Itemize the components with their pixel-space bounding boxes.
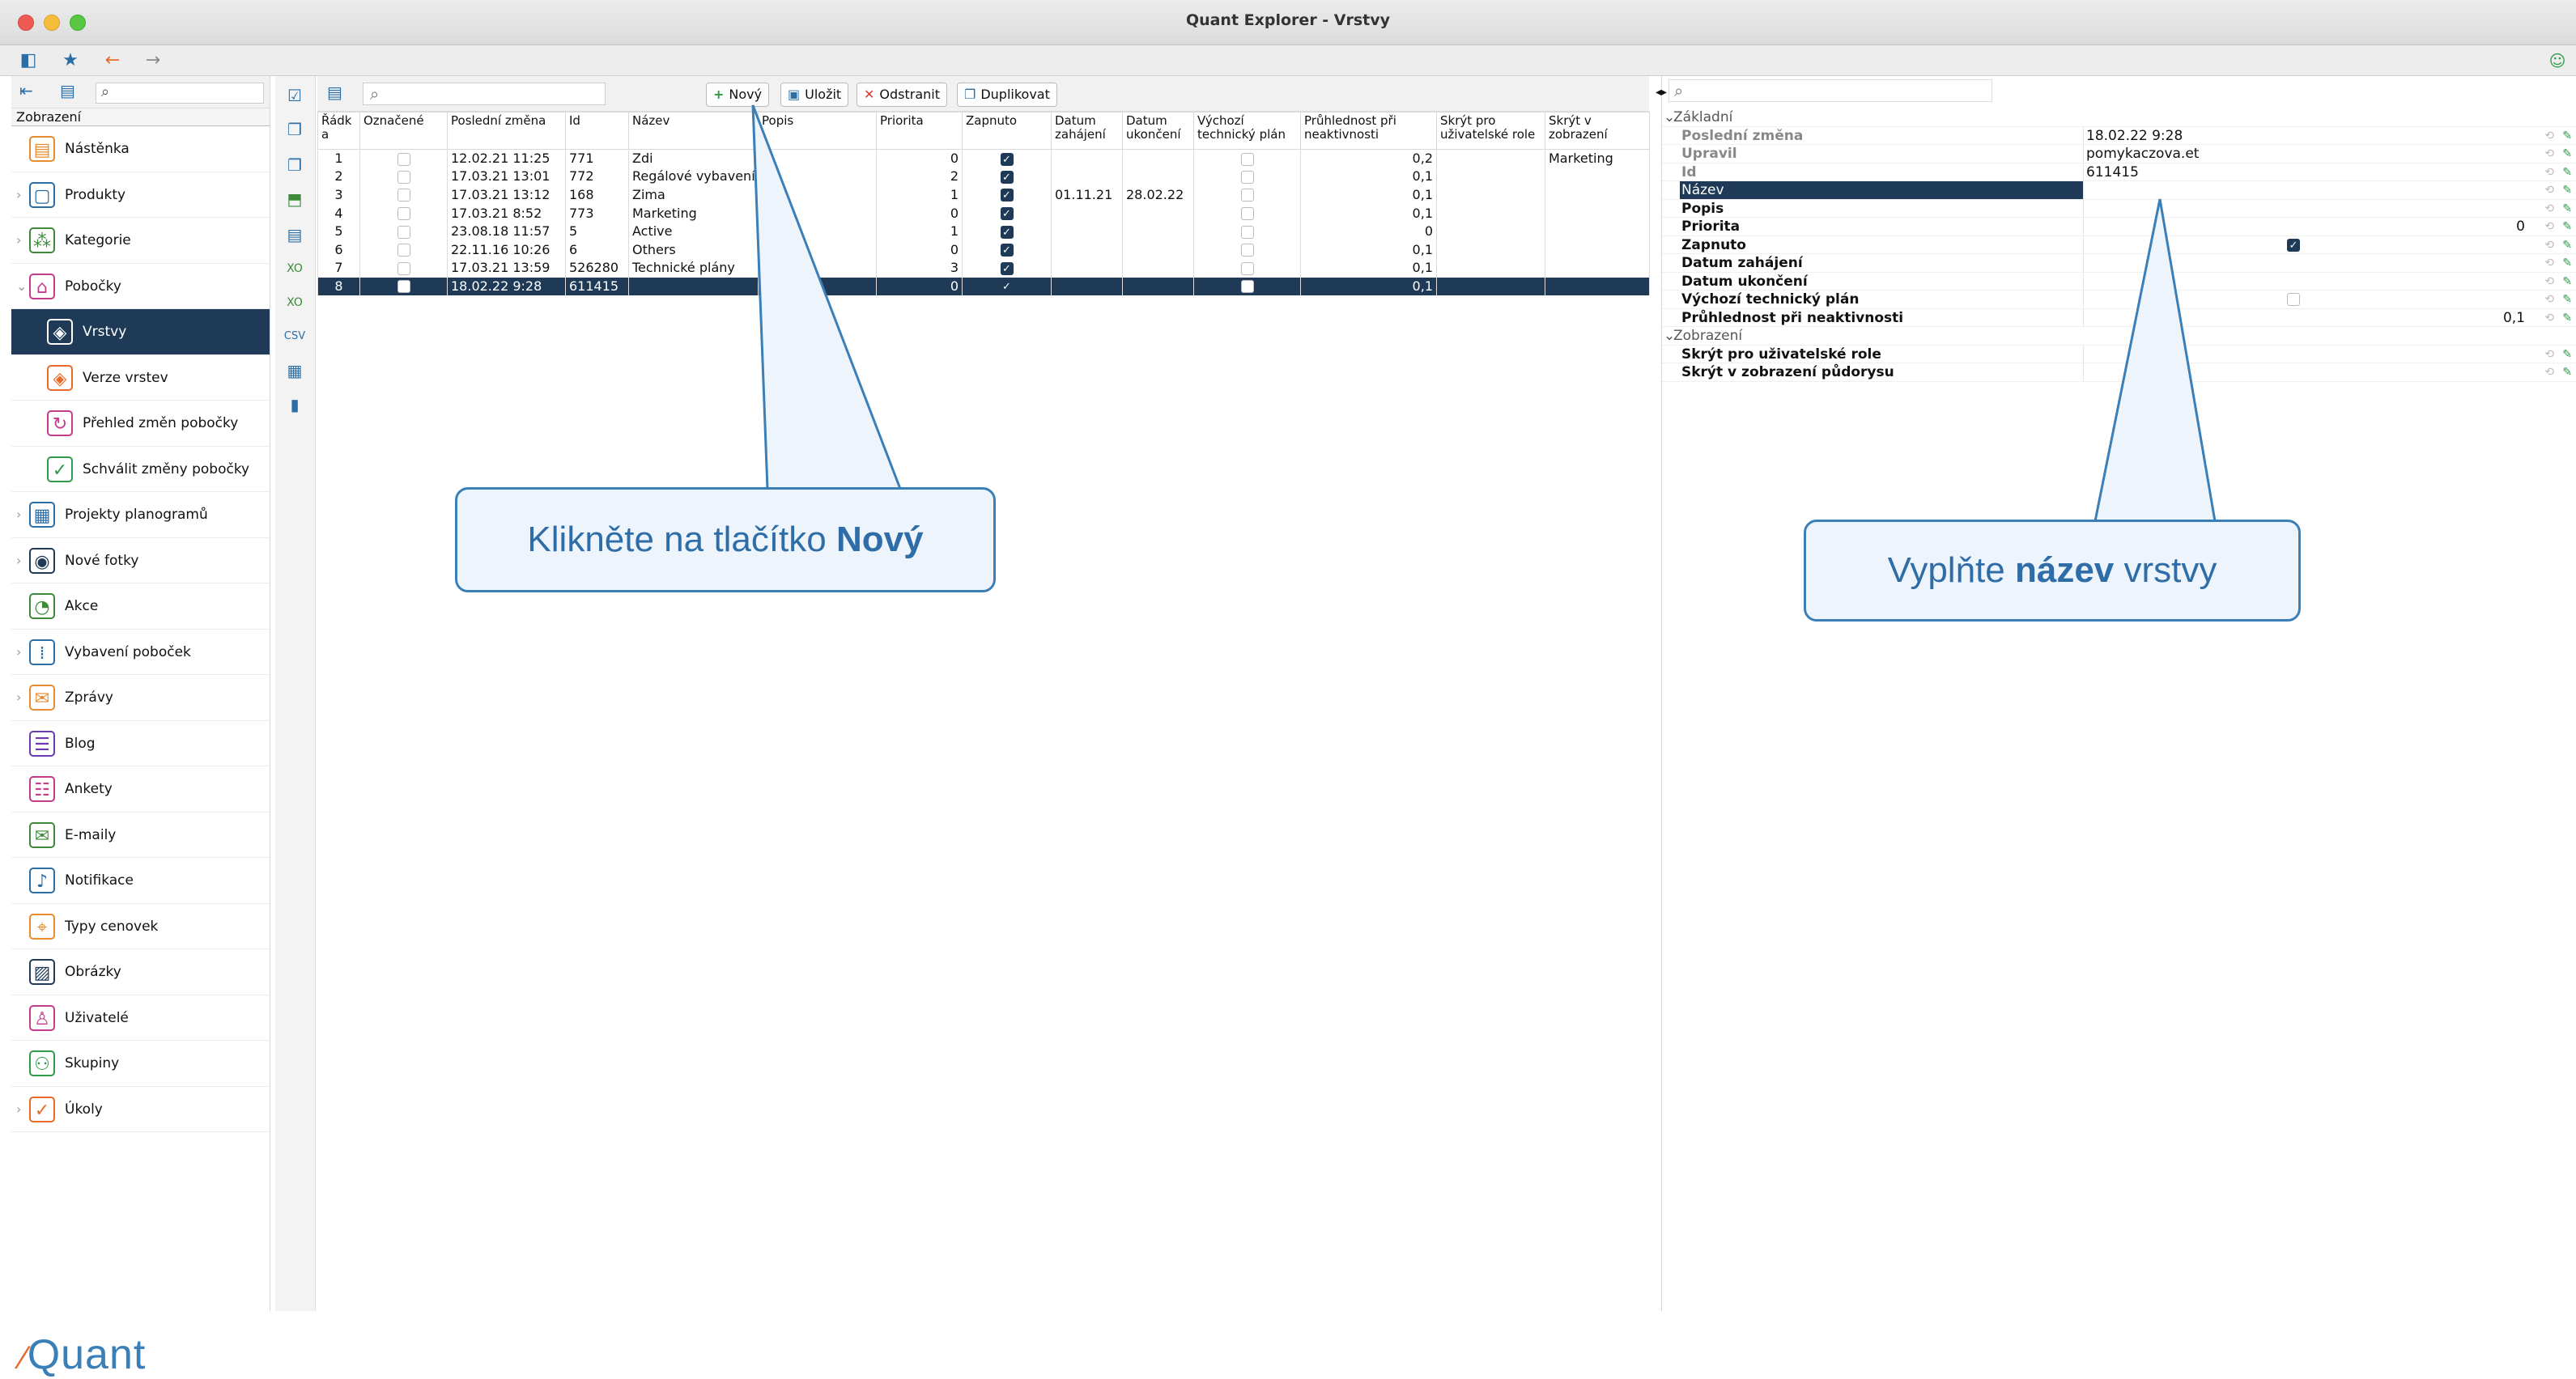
callout-right-tail: [2094, 198, 2217, 523]
callout-click-new: Klikněte na tlačítko Nový: [455, 487, 996, 592]
callout-left-tail: [751, 104, 903, 490]
quant-logo: ⁄Quant: [21, 1331, 147, 1378]
callout-tails: [751, 104, 2217, 523]
callout-fill-name: Vyplňte název vrstvy: [1804, 520, 2301, 622]
